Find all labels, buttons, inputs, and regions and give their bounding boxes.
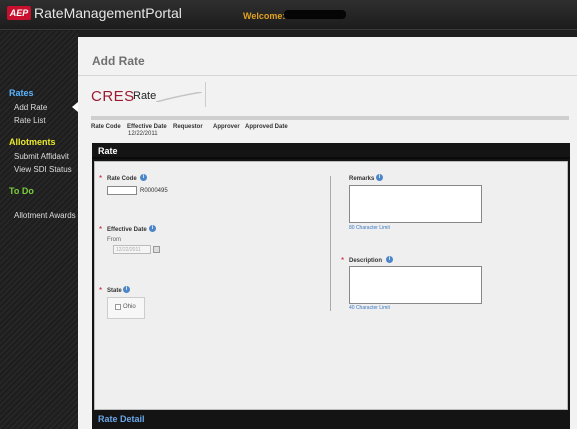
rate-code-input[interactable] bbox=[107, 186, 137, 195]
effective-date-info-icon[interactable]: i bbox=[149, 225, 156, 232]
aep-logo: AEP bbox=[7, 6, 31, 20]
rate-detail-title: Rate Detail bbox=[98, 414, 145, 424]
meta-effective-date-value: 12/22/2011 bbox=[128, 131, 158, 137]
remarks-char-limit: 80 Character Limit bbox=[349, 225, 390, 231]
meta-header-approved-date: Approved Date bbox=[245, 124, 288, 130]
sidebar: Rates Add Rate Rate List Allotments Subm… bbox=[0, 31, 78, 429]
page-title: Add Rate bbox=[92, 54, 145, 68]
meta-header-rate-code: Rate Code bbox=[91, 124, 121, 130]
required-marker: * bbox=[99, 174, 103, 183]
app-title: RateManagementPortal bbox=[34, 5, 182, 21]
sidebar-section-todo: To Do bbox=[9, 186, 34, 196]
state-info-icon[interactable]: i bbox=[123, 286, 130, 293]
remarks-textarea[interactable] bbox=[349, 185, 482, 223]
state-options: Ohio bbox=[107, 297, 145, 319]
top-bar: AEP RateManagementPortal Welcome: bbox=[0, 0, 577, 30]
sidebar-item-add-rate[interactable]: Add Rate bbox=[14, 103, 47, 112]
sidebar-item-allotment-awards[interactable]: Allotment Awards bbox=[14, 211, 76, 220]
meta-header-approver: Approver bbox=[213, 124, 240, 130]
required-marker: * bbox=[341, 256, 345, 265]
state-ohio-checkbox[interactable] bbox=[115, 304, 121, 310]
sidebar-item-view-sdi-status[interactable]: View SDI Status bbox=[14, 165, 72, 174]
effective-date-from-label: From bbox=[107, 237, 121, 243]
rate-panel: Rate * Rate Code i R0000495 * Effective … bbox=[92, 143, 570, 429]
state-ohio-label: Ohio bbox=[123, 304, 136, 310]
state-label: State bbox=[107, 288, 122, 294]
rate-form: * Rate Code i R0000495 * Effective Date … bbox=[94, 161, 568, 410]
remarks-label: Remarks bbox=[349, 176, 375, 182]
title-divider bbox=[78, 75, 577, 76]
welcome-label: Welcome: bbox=[243, 11, 286, 21]
sidebar-section-allotments: Allotments bbox=[9, 137, 56, 147]
description-info-icon[interactable]: i bbox=[386, 256, 393, 263]
meta-header-requestor: Requestor bbox=[173, 124, 203, 130]
calendar-icon[interactable] bbox=[153, 246, 160, 253]
description-char-limit: 40 Character Limit bbox=[349, 305, 390, 311]
rate-panel-title: Rate bbox=[98, 146, 118, 156]
effective-date-label: Effective Date bbox=[107, 227, 147, 233]
required-marker: * bbox=[99, 286, 103, 295]
description-label: Description bbox=[349, 258, 383, 264]
panel-separator bbox=[92, 157, 570, 159]
meta-header-effective-date: Effective Date bbox=[127, 124, 167, 130]
header-bar bbox=[91, 116, 569, 120]
remarks-info-icon[interactable]: i bbox=[376, 174, 383, 181]
brand-swoosh-icon bbox=[156, 92, 202, 102]
rate-code-suffix: R0000495 bbox=[140, 188, 168, 194]
cres-brand-rate: Rate bbox=[133, 90, 157, 102]
rate-code-info-icon[interactable]: i bbox=[140, 174, 147, 181]
main-content: Add Rate CRES Rate Rate Code Effective D… bbox=[78, 37, 577, 429]
required-marker: * bbox=[99, 225, 103, 234]
sidebar-item-rate-list[interactable]: Rate List bbox=[14, 116, 46, 125]
cres-brand: CRES bbox=[91, 88, 135, 105]
redacted-username bbox=[284, 10, 346, 19]
sidebar-section-rates: Rates bbox=[9, 88, 34, 98]
rate-code-label: Rate Code bbox=[107, 176, 137, 182]
description-textarea[interactable] bbox=[349, 266, 482, 304]
brand-divider bbox=[205, 82, 206, 107]
effective-date-input[interactable]: 12/22/2011 bbox=[113, 245, 151, 254]
sidebar-item-submit-affidavit[interactable]: Submit Affidavit bbox=[14, 152, 69, 161]
column-divider bbox=[330, 176, 331, 311]
